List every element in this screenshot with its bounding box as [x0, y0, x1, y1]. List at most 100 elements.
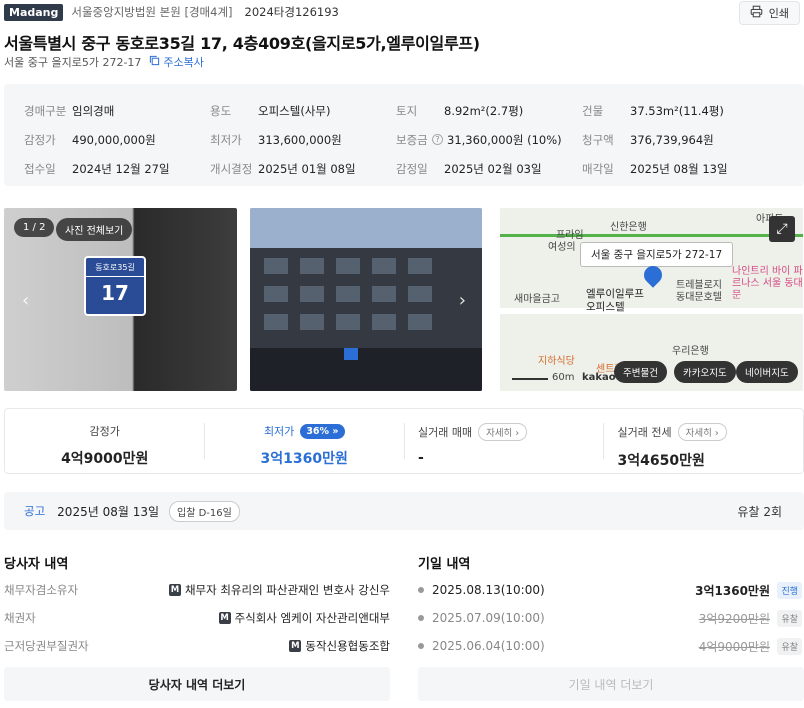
map-place: 트레블로지 동대문호텔 [676, 280, 722, 303]
info-value: 313,600,000원 [258, 132, 342, 147]
map-scale: 60m [512, 372, 574, 383]
notice-label: 공고 [24, 504, 46, 518]
lot-address: 서울 중구 을지로5가 272-17 [4, 56, 142, 69]
history-status-badge: 유찰 [777, 637, 802, 655]
location-map[interactable]: 신한은행 프라임 여성의 트레블로지 동대문호텔 나인트리 바이 파르나스 서울… [500, 208, 803, 391]
party-row: 근저당권부질권자 M 동작신용협동조합 [4, 632, 390, 660]
info-value: 490,000,000원 [72, 132, 156, 147]
party-name-cell[interactable]: M 채무자 최유리의 파산관재인 변호사 강신우 [168, 582, 390, 598]
trade-value: - [417, 450, 424, 466]
jeonse-detail-button[interactable]: 자세히 › [677, 423, 727, 441]
timeline-dot-icon [418, 643, 424, 649]
history-status-badge: 진행 [777, 581, 802, 599]
photo-street-sign[interactable]: 1 / 2 사진 전체보기 동호로35길 17 ‹ [4, 208, 237, 391]
history-status-badge: 유찰 [777, 609, 802, 627]
fullscreen-icon[interactable]: ⤢ [769, 216, 795, 242]
parties-title: 당사자 내역 [4, 557, 69, 572]
info-cell: 개시결정 2025년 01월 08일 [210, 161, 396, 177]
info-cell: 경매구분 임의경매 [24, 103, 210, 119]
chevron-right-icon: › [714, 428, 719, 439]
next-photo-icon[interactable]: › [459, 290, 466, 311]
map-scale-label: 60m [552, 372, 575, 383]
double-chevron-down-icon: » [332, 425, 339, 437]
trade-price-block: 실거래 매매 자세히 › - [403, 409, 604, 473]
map-building-name: 엘루이일루프 오피스텔 [586, 288, 644, 313]
info-key: 최저가 [210, 132, 242, 147]
help-icon[interactable]: ? [432, 134, 443, 145]
trade-detail-button[interactable]: 자세히 › [478, 423, 528, 441]
jeonse-label: 실거래 전세 [617, 426, 672, 439]
photo-building[interactable]: › [250, 208, 482, 391]
print-button[interactable]: 인쇄 [738, 1, 800, 25]
history-amount: 3억9200만원 [698, 611, 770, 626]
history-row: 2025.06.04(10:00) 4억9000만원 유찰 [418, 632, 804, 660]
min-price-percent: 36% [306, 425, 330, 437]
min-price-percent-badge[interactable]: 36% » [300, 423, 345, 439]
info-value: 2024년 12월 27일 [72, 161, 170, 176]
info-cell: 토지 8.92m²(2.7평) [396, 103, 582, 119]
info-cell: 최저가 313,600,000원 [210, 132, 396, 148]
history-date: 2025.06.04(10:00) [432, 639, 545, 653]
map-provider-logo: kakao [582, 372, 616, 383]
info-key: 건물 [582, 103, 604, 118]
party-role: 채권자 [4, 611, 36, 625]
case-number: 2024타경126193 [244, 5, 339, 19]
info-key: 청구액 [582, 132, 614, 147]
appraisal-value: 4억9000만원 [61, 451, 149, 467]
plate-number: 17 [101, 281, 129, 305]
history-date: 2025.07.09(10:00) [432, 611, 545, 625]
info-value: 376,739,964원 [630, 132, 714, 147]
building-facade-illustration [250, 208, 482, 391]
party-row: 채권자 M 주식회사 엠케이 자산관리앤대부 [4, 604, 390, 632]
info-cell: 매각일 2025년 08월 13일 [582, 161, 768, 177]
trade-label-row: 실거래 매매 자세히 › [418, 423, 604, 441]
price-summary: 감정가 4억9000만원 최저가 36% » 3억1360만원 실거래 매매 자… [4, 408, 804, 474]
map-place: 우리은행 [672, 346, 709, 357]
case-info-grid: 경매구분 임의경매 용도 오피스텔(사무) 토지 8.92m²(2.7평) 건물 37.53m… [24, 96, 794, 183]
notice-date: 2025년 08월 13일 [57, 504, 159, 519]
info-key: 감정가 [24, 132, 56, 147]
printer-icon [750, 5, 763, 21]
prev-photo-icon[interactable]: ‹ [22, 290, 29, 311]
info-cell: 접수일 2024년 12월 27일 [24, 161, 210, 177]
party-name-cell[interactable]: M 주식회사 엠케이 자산관리앤대부 [218, 610, 390, 626]
info-value: 오피스텔(사무) [258, 103, 331, 118]
copy-address-button[interactable]: 주소복사 [149, 54, 204, 70]
timeline-dot-icon [418, 587, 424, 593]
map-place: 새마을금고 [514, 294, 560, 305]
plate-street: 동호로35길 [86, 262, 144, 277]
history-more-button[interactable]: 기일 내역 더보기 [418, 667, 804, 701]
map-place: 나인트리 바이 파르나스 서울 동대문 [732, 266, 803, 301]
info-key: 접수일 [24, 161, 56, 176]
info-cell: 용도 오피스텔(사무) [210, 103, 396, 119]
all-photos-button[interactable]: 사진 전체보기 [56, 218, 133, 241]
party-name-cell[interactable]: M 동작신용협동조합 [289, 638, 390, 654]
history-amount: 3억1360만원 [695, 583, 770, 598]
fail-count: 유찰 2회 [737, 504, 782, 519]
kakao-map-button[interactable]: 카카오지도 [674, 361, 736, 383]
info-value: 임의경매 [72, 103, 115, 118]
info-row: 접수일 2024년 12월 27일 개시결정 2025년 01월 08일 감정일 2025… [24, 154, 794, 183]
info-value: 31,360,000원 (10%) [447, 132, 562, 147]
min-price-label-row: 최저가 36% » [204, 423, 403, 439]
info-key: 개시결정 [210, 161, 253, 176]
copy-address-label: 주소복사 [163, 56, 204, 69]
appraisal-label: 감정가 [89, 425, 120, 438]
brand-badge: Madang [4, 3, 64, 21]
min-price-block: 최저가 36% » 3억1360만원 [204, 409, 403, 473]
info-value: 2025년 01월 08일 [258, 161, 356, 176]
info-cell: 감정일 2025년 02월 03일 [396, 161, 582, 177]
chevron-right-icon: › [515, 428, 520, 439]
info-cell: 청구액 376,739,964원 [582, 132, 768, 148]
timeline-dot-icon [418, 615, 424, 621]
info-value: 2025년 02월 03일 [444, 161, 542, 176]
history-row: 2025.08.13(10:00) 3억1360만원 진행 [418, 576, 804, 604]
parties-more-button[interactable]: 당사자 내역 더보기 [4, 667, 390, 701]
nearby-items-button[interactable]: 주변물건 [614, 361, 667, 383]
trade-label: 실거래 매매 [417, 426, 473, 439]
info-row: 감정가 490,000,000원 최저가 313,600,000원 보증금? 31,360… [24, 125, 794, 154]
naver-map-button[interactable]: 네이버지도 [736, 361, 798, 383]
info-row: 경매구분 임의경매 용도 오피스텔(사무) 토지 8.92m²(2.7평) 건물 37.53m… [24, 96, 794, 125]
print-label: 인쇄 [768, 7, 789, 20]
party-name: 채무자 최유리의 파산관재인 변호사 강신우 [184, 583, 390, 597]
